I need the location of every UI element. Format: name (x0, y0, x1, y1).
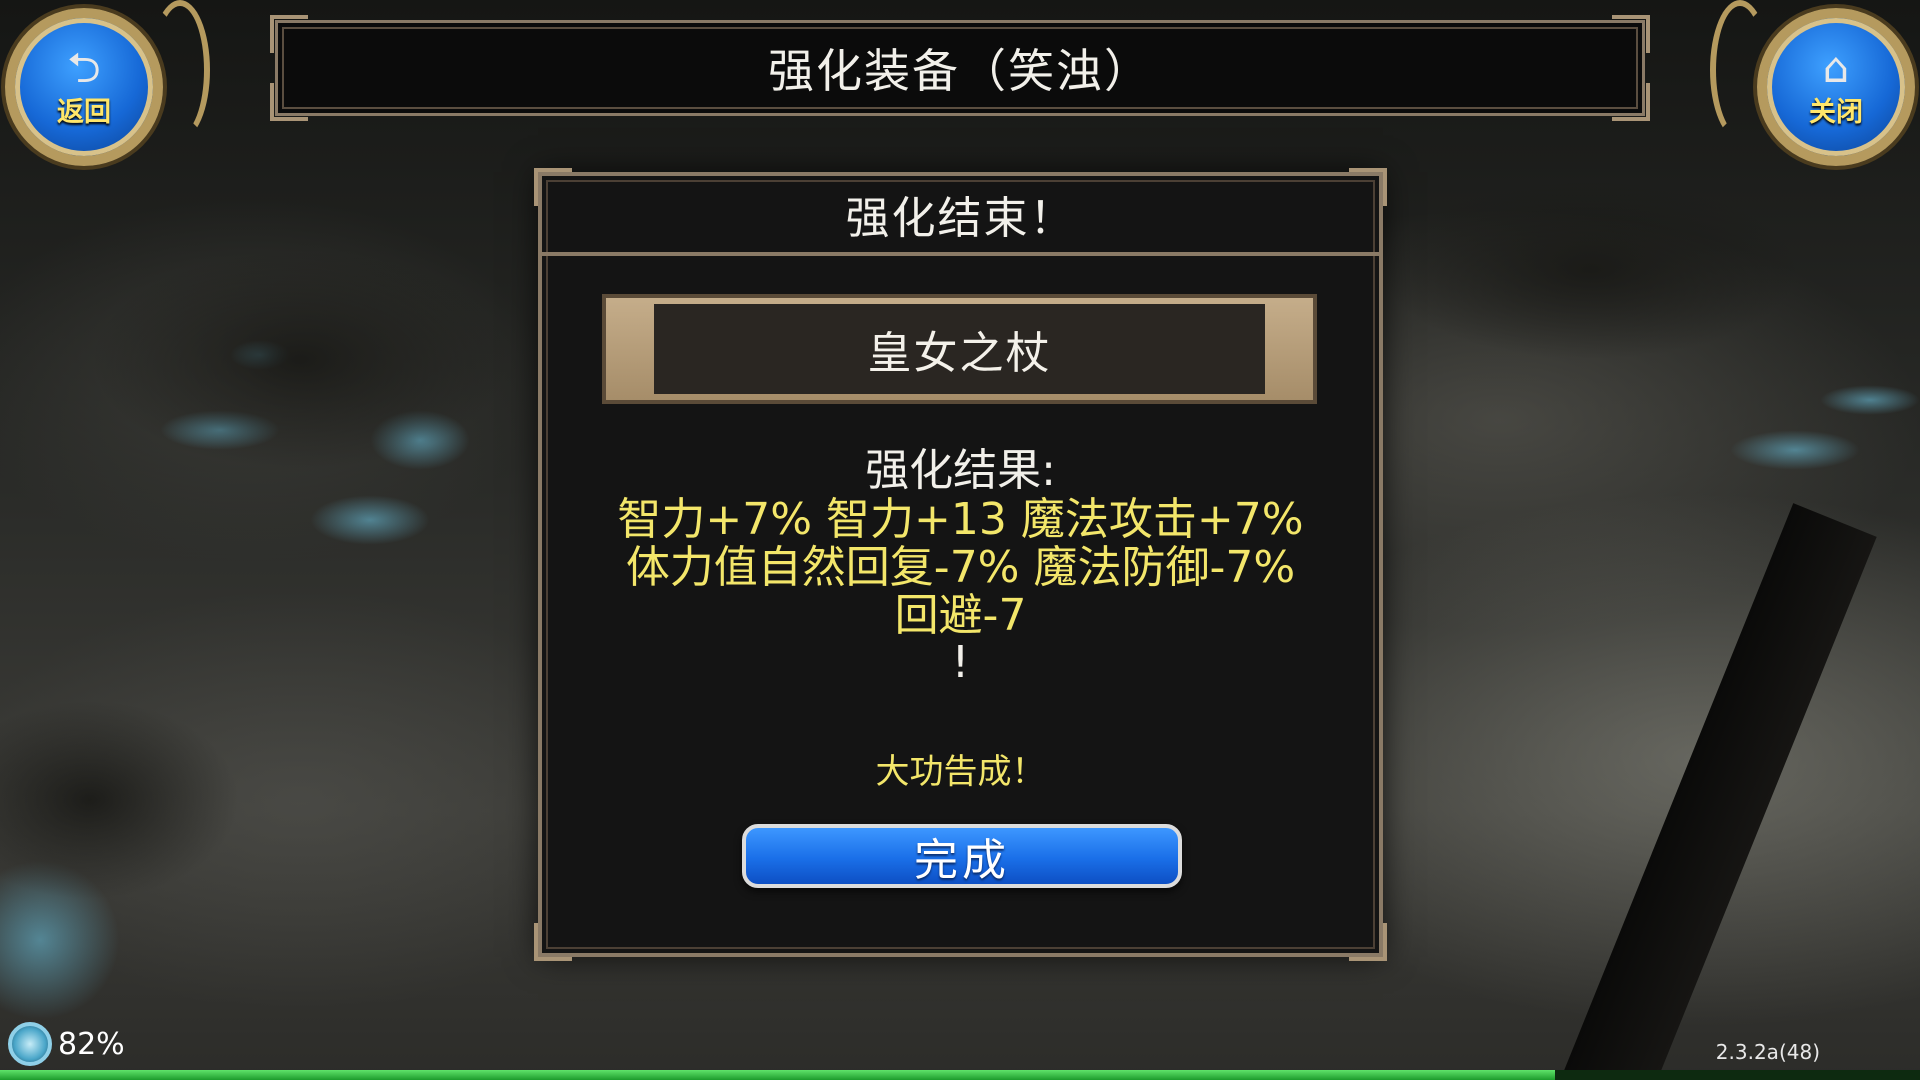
result-line: 智力+7% 智力+13 魔法攻击+7% (617, 494, 1304, 545)
frame-corner (270, 83, 308, 121)
item-name-plate-inner: 皇女之杖 (654, 304, 1265, 394)
frame-corner (1349, 923, 1387, 961)
results-heading: 强化结果: (865, 445, 1056, 496)
result-line: 体力值自然回复-7% 魔法防御-7% (625, 542, 1296, 593)
battery-percent: 82% (58, 1026, 125, 1062)
glow-spot (310, 495, 430, 545)
game-scene: ⮌ 返回 ⌂ 关闭 强化装备（笑浊） 强化结束！ 皇女之杖 强化结果: 智力+7… (0, 0, 1920, 1080)
result-line: 回避-7 (894, 590, 1027, 641)
enhance-result-dialog: 强化结束！ 皇女之杖 强化结果: 智力+7% 智力+13 魔法攻击+7% 体力值… (534, 168, 1387, 961)
enhance-results: 强化结果: 智力+7% 智力+13 魔法攻击+7% 体力值自然回复-7% 魔法防… (542, 446, 1379, 686)
page-title: 强化装备（笑浊） (768, 44, 1152, 98)
frame-corner (534, 923, 572, 961)
dialog-header: 强化结束！ (542, 176, 1379, 256)
frame-corner (1612, 15, 1650, 53)
version-label: 2.3.2a(48) (1715, 1040, 1820, 1064)
success-message: 大功告成！ (875, 752, 1046, 792)
dialog-title: 强化结束！ (845, 193, 1076, 244)
experience-bar-fill (0, 1070, 1556, 1080)
background-plant (1380, 180, 1800, 360)
title-bar: 强化装备（笑浊） (270, 15, 1650, 121)
battery-status: 82% (8, 1022, 125, 1066)
back-button-label: 返回 (57, 96, 111, 128)
back-button[interactable]: ⮌ 返回 (5, 8, 163, 166)
item-name: 皇女之杖 (867, 328, 1052, 379)
background-plant (0, 700, 240, 900)
results-end-mark: ! (951, 637, 970, 688)
battery-orb-icon (8, 1022, 52, 1066)
item-name-plate: 皇女之杖 (602, 294, 1317, 404)
tree-trunk (1561, 503, 1877, 1080)
close-button-label: 关闭 (1809, 96, 1863, 128)
background-plant (90, 250, 510, 470)
close-button[interactable]: ⌂ 关闭 (1757, 8, 1915, 166)
done-button[interactable]: 完成 (742, 824, 1182, 888)
home-icon: ⌂ (1822, 42, 1850, 92)
frame-corner (270, 15, 308, 53)
glow-spot (1730, 430, 1860, 470)
done-button-label: 完成 (914, 835, 1010, 886)
glow-spot (1820, 385, 1920, 415)
return-arrow-icon: ⮌ (67, 42, 101, 92)
frame-corner (1612, 83, 1650, 121)
experience-bar (0, 1070, 1920, 1080)
